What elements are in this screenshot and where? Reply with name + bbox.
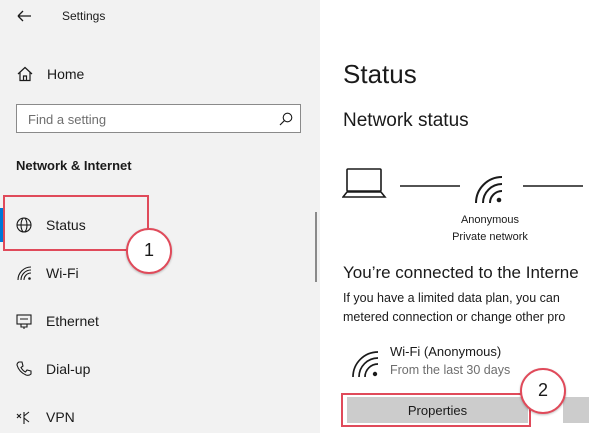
search-icon[interactable] <box>278 111 294 127</box>
back-arrow-icon[interactable] <box>14 6 34 26</box>
data-usage-button[interactable] <box>563 397 589 423</box>
description-line-2: metered connection or change other pro <box>343 310 566 324</box>
sidebar-scrollbar[interactable] <box>315 212 317 282</box>
sidebar-item-ethernet[interactable]: Ethernet <box>0 301 316 341</box>
sidebar-item-label: VPN <box>46 409 75 425</box>
description-line-1: If you have a limited data plan, you can <box>343 291 560 305</box>
annotation-badge-1: 1 <box>126 228 172 274</box>
sidebar-item-dialup[interactable]: Dial-up <box>0 349 316 389</box>
laptop-icon <box>342 168 387 198</box>
sidebar-item-label: Dial-up <box>46 361 91 377</box>
ethernet-icon <box>16 314 32 329</box>
home-label: Home <box>47 66 85 82</box>
sidebar-item-label: Wi-Fi <box>46 265 79 281</box>
connection-name: Wi-Fi (Anonymous) <box>390 344 502 359</box>
network-status-heading: Network status <box>343 110 469 131</box>
network-diagram <box>342 168 583 204</box>
title-bar: Settings <box>0 0 320 34</box>
home-icon <box>17 66 33 82</box>
connection-subtitle: From the last 30 days <box>390 363 511 377</box>
page-title: Status <box>343 59 417 89</box>
wifi-icon <box>17 266 32 281</box>
app-title: Settings <box>62 9 106 23</box>
wifi-connection-icon <box>352 351 379 378</box>
sidebar-item-label: Ethernet <box>46 313 99 329</box>
wifi-network-icon <box>475 176 503 204</box>
vpn-icon <box>16 411 30 424</box>
connected-heading: You’re connected to the Interne <box>343 263 579 282</box>
section-title: Network & Internet <box>16 158 132 173</box>
network-type: Private network <box>452 231 528 243</box>
phone-icon <box>16 361 32 376</box>
search-placeholder: Find a setting <box>28 112 107 127</box>
search-input[interactable]: Find a setting <box>16 104 301 133</box>
annotation-highlight-properties <box>341 393 531 427</box>
home-nav-item[interactable]: Home <box>16 62 216 86</box>
annotation-badge-2: 2 <box>520 368 566 414</box>
network-name: Anonymous <box>460 214 520 226</box>
sidebar-item-vpn[interactable]: VPN <box>0 397 316 437</box>
